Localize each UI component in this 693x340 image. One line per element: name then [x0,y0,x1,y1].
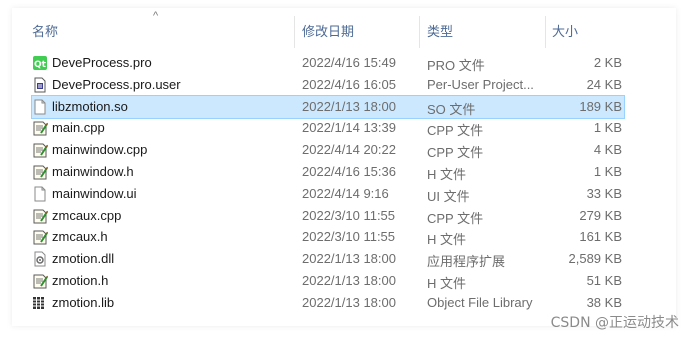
file-size: 279 KB [579,207,622,223]
file-row[interactable]: zmotion.dll 2022/1/13 18:00 应用程序扩展 2,589 KB [32,248,624,270]
column-divider[interactable] [419,16,420,48]
file-modified-date: 2022/1/13 18:00 [302,98,396,114]
file-size: 1 KB [593,120,622,136]
file-type: CPP 文件 [427,145,484,161]
file-row[interactable]: zmcaux.cpp 2022/3/10 11:55 CPP 文件 279 KB [32,205,624,227]
blank-file-icon [32,99,48,115]
file-name: zmcaux.cpp [52,207,122,223]
file-name: mainwindow.h [52,164,134,179]
file-modified-date: 2022/1/13 18:00 [302,273,396,288]
file-row[interactable]: Qt DeveProcess.pro 2022/4/16 15:49 PRO 文件 2 … [32,52,624,74]
file-name: DeveProcess.pro [52,55,152,70]
file-type: UI 文件 [427,188,470,204]
file-row[interactable]: libzmotion.so 2022/1/13 18:00 SO 文件 189 KB [31,94,625,119]
file-modified-date: 2022/1/14 13:39 [302,120,396,136]
file-row[interactable]: mainwindow.cpp 2022/4/14 20:22 CPP 文件 4 KB [32,139,624,161]
file-name: zmotion.lib [52,294,115,310]
file-modified-date: 2022/4/14 9:16 [302,185,389,201]
sort-ascending-icon: ^ [153,10,159,22]
svg-text:Qt: Qt [34,60,47,70]
column-divider[interactable] [545,16,546,48]
file-modified-date: 2022/4/16 15:36 [302,164,396,179]
file-type: Object File Library [427,294,533,310]
file-row[interactable]: mainwindow.h 2022/4/16 15:36 H 文件 1 KB [32,161,624,183]
column-type-header[interactable]: 类型 [427,21,453,40]
file-type: CPP 文件 [427,210,484,226]
file-modified-date: 2022/3/10 11:55 [302,207,396,223]
file-row[interactable]: zmcaux.h 2022/3/10 11:55 H 文件 161 KB [32,226,624,248]
file-type: H 文件 [427,276,467,291]
source-file-icon [32,120,49,136]
file-size: 189 KB [579,98,622,114]
file-size: 24 KB [586,76,622,92]
file-type: CPP 文件 [427,123,484,139]
file-type: 应用程序扩展 [427,254,506,270]
file-size: 1 KB [593,164,622,179]
file-row[interactable]: DeveProcess.pro.user 2022/4/16 16:05 Per-U… [32,74,624,96]
file-modified-date: 2022/1/13 18:00 [302,251,396,267]
dll-file-icon [32,251,48,267]
file-size: 2 KB [593,55,622,70]
column-date-header[interactable]: 修改日期 [302,21,354,40]
file-modified-date: 2022/4/16 15:49 [302,55,396,70]
blank-file-icon [32,186,48,202]
file-type: H 文件 [427,232,467,248]
file-name: zmotion.h [52,273,109,288]
file-modified-date: 2022/4/16 16:05 [302,76,396,92]
file-modified-date: 2022/3/10 11:55 [302,229,396,245]
file-name: libzmotion.so [52,98,128,114]
file-name: mainwindow.cpp [52,142,148,158]
column-divider[interactable] [294,16,295,48]
file-row[interactable]: mainwindow.ui 2022/4/14 9:16 UI 文件 33 KB [32,183,624,205]
watermark: CSDN @正运动技术 [550,315,679,331]
file-name: zmotion.dll [52,251,115,267]
file-type: Per-User Project... [427,76,534,92]
file-modified-date: 2022/1/13 18:00 [302,294,396,310]
file-type: SO 文件 [427,101,476,117]
source-file-icon [32,229,49,245]
qt-project-icon: Qt [32,55,48,71]
source-file-icon [32,273,49,289]
library-file-icon [32,295,48,311]
source-file-icon [32,208,49,224]
file-size: 33 KB [586,185,622,201]
column-size-header[interactable]: 大小 [552,21,578,40]
file-row[interactable]: zmotion.lib 2022/1/13 18:00 Object File Li… [32,292,624,314]
project-user-file-icon [32,77,48,93]
column-header: ^ 名称 修改日期 类型 大小 [12,8,676,48]
file-size: 161 KB [579,229,622,245]
file-name: DeveProcess.pro.user [52,76,181,92]
file-size: 4 KB [593,142,622,158]
file-name: zmcaux.h [52,229,108,245]
file-row[interactable]: main.cpp 2022/1/14 13:39 CPP 文件 1 KB [32,117,624,139]
file-name: main.cpp [52,120,105,136]
file-size: 2,589 KB [568,251,623,267]
source-file-icon [32,142,49,158]
file-type: H 文件 [427,167,467,182]
file-modified-date: 2022/4/14 20:22 [302,142,396,158]
source-file-icon [32,164,49,180]
file-type: PRO 文件 [427,58,485,73]
file-row[interactable]: zmotion.h 2022/1/13 18:00 H 文件 51 KB [32,270,624,292]
file-explorer-list: ^ 名称 修改日期 类型 大小 Qt DeveProcess.pro 2022/4/… [12,8,676,326]
file-size: 38 KB [586,294,622,310]
file-size: 51 KB [586,273,622,288]
column-name-header[interactable]: 名称 [32,21,58,40]
file-name: mainwindow.ui [52,185,137,201]
